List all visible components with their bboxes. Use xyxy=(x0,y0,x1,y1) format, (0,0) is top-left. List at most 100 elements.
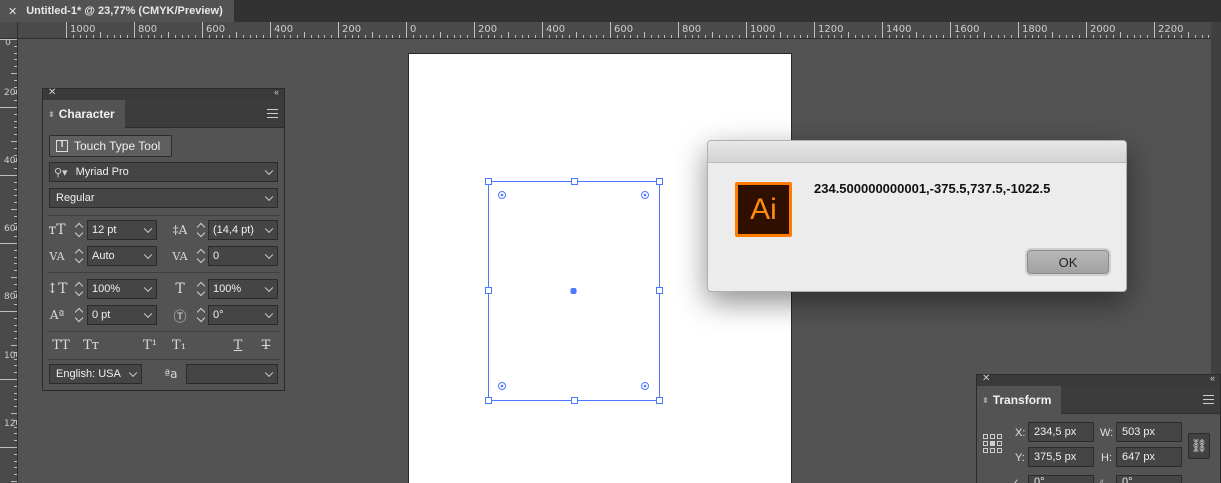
x-field[interactable]: 234,5 px xyxy=(1028,422,1094,442)
all-caps-icon[interactable]: TT xyxy=(50,335,72,355)
height-field[interactable]: 647 px xyxy=(1116,447,1182,467)
panel-menu-icon[interactable] xyxy=(1203,395,1214,404)
horizontal-ruler[interactable]: 1000 800 600 400 200 0 200 400 600 800 1… xyxy=(18,22,1211,39)
shear-value: 0° xyxy=(1122,476,1133,483)
small-caps-icon[interactable]: Tт xyxy=(80,335,102,355)
touch-type-icon xyxy=(56,139,68,152)
transform-panel: ✕ ‹‹ ⬍ Transform X: 234,5 px W: 503 px Y… xyxy=(976,373,1221,483)
chevron-down-icon[interactable] xyxy=(264,166,274,176)
underline-icon[interactable]: T xyxy=(227,335,249,355)
font-style-field[interactable]: Regular xyxy=(49,188,278,208)
chevron-down-icon[interactable] xyxy=(264,192,274,202)
leading-field[interactable]: (14,4 pt) xyxy=(208,220,278,240)
touch-type-tool-button[interactable]: Touch Type Tool xyxy=(49,135,172,157)
tracking-stepper[interactable] xyxy=(195,246,207,266)
font-family-field[interactable]: ⚲▾ Myriad Pro xyxy=(49,162,278,182)
search-icon[interactable]: ⚲▾ xyxy=(54,166,68,179)
chevron-down-icon[interactable] xyxy=(143,250,153,260)
strikethrough-icon[interactable]: T xyxy=(255,335,277,355)
font-size-stepper[interactable] xyxy=(73,220,85,240)
y-field[interactable]: 375,5 px xyxy=(1028,447,1094,467)
angle-field[interactable]: 0° xyxy=(1028,475,1094,483)
ruler-label: 400 xyxy=(546,24,566,35)
ruler-label: 1400 xyxy=(886,24,912,35)
reference-point-icon[interactable] xyxy=(982,433,1004,455)
vertical-scale-icon: ↕T xyxy=(46,281,68,297)
illustrator-app-icon: Ai xyxy=(735,182,792,237)
chevron-down-icon[interactable] xyxy=(264,250,274,260)
w-label: W: xyxy=(1100,427,1114,439)
document-tab[interactable]: ✕ Untitled-1* @ 23,77% (CMYK/Preview) xyxy=(0,0,234,22)
ruler-label: 800 xyxy=(138,24,158,35)
y-value: 375,5 px xyxy=(1034,451,1077,463)
character-rotation-icon: Ⓣ xyxy=(173,309,187,325)
ruler-label: 600 xyxy=(614,24,634,35)
horizontal-scale-field[interactable]: 100% xyxy=(208,279,278,299)
dialog-title-bar[interactable] xyxy=(708,141,1126,163)
ruler-label: 200 xyxy=(342,24,362,35)
vertical-scale-field[interactable]: 100% xyxy=(87,279,157,299)
chevron-down-icon[interactable] xyxy=(264,283,274,293)
vertical-scale-value: 100% xyxy=(92,283,121,295)
rotation-stepper[interactable] xyxy=(195,305,207,325)
close-panel-icon[interactable]: ✕ xyxy=(48,87,56,98)
language-value: English: USA xyxy=(56,368,121,380)
constrain-proportions-link-icon[interactable]: ⛓ xyxy=(1188,433,1210,459)
ruler-label: 2200 xyxy=(1158,24,1184,35)
ruler-label: 1200 xyxy=(818,24,844,35)
panel-tab-row: ⬍ Character xyxy=(43,100,284,128)
chevron-down-icon[interactable] xyxy=(143,224,153,234)
chevron-down-icon[interactable] xyxy=(143,309,153,319)
tab-arrows-icon: ⬍ xyxy=(982,395,989,405)
horizontal-scale-stepper[interactable] xyxy=(195,279,207,299)
alert-dialog: Ai 234.500000000001,-375.5,737.5,-1022.5… xyxy=(707,140,1127,292)
baseline-shift-stepper[interactable] xyxy=(73,305,85,325)
ruler-label: 800 xyxy=(682,24,702,35)
ruler-label: 200 xyxy=(4,88,17,98)
baseline-shift-icon: Aª xyxy=(49,308,65,322)
shear-field[interactable]: 0° xyxy=(1116,475,1182,483)
close-panel-icon[interactable]: ✕ xyxy=(982,373,990,384)
chevron-down-icon[interactable] xyxy=(264,224,274,234)
collapse-panel-icon[interactable]: ‹‹ xyxy=(274,87,279,97)
rotation-field[interactable]: 0° xyxy=(208,305,278,325)
panel-header: ✕ ‹‹ xyxy=(43,87,284,100)
kerning-field[interactable]: Auto xyxy=(87,246,157,266)
chevron-down-icon[interactable] xyxy=(264,309,274,319)
superscript-icon[interactable]: T¹ xyxy=(139,335,161,355)
vertical-ruler-ticks xyxy=(0,39,17,482)
shear-icon: ⫽ xyxy=(1099,479,1103,483)
angle-value: 0° xyxy=(1034,476,1045,483)
tracking-field[interactable]: 0 xyxy=(208,246,278,266)
ruler-origin[interactable] xyxy=(0,22,18,39)
chevron-down-icon[interactable] xyxy=(143,283,153,293)
kerning-stepper[interactable] xyxy=(73,246,85,266)
vertical-ruler[interactable]: 0 200 400 600 800 1000 1200 xyxy=(0,39,18,483)
tab-arrows-icon: ⬍ xyxy=(48,109,55,119)
leading-stepper[interactable] xyxy=(195,220,207,240)
ruler-label: 0 xyxy=(410,24,417,35)
subscript-icon[interactable]: T₁ xyxy=(168,335,190,355)
chevron-down-icon[interactable] xyxy=(128,368,138,378)
baseline-shift-field[interactable]: 0 pt xyxy=(87,305,157,325)
height-value: 647 px xyxy=(1122,451,1156,463)
ruler-label: 1600 xyxy=(954,24,980,35)
ruler-label: 1200 xyxy=(4,419,17,429)
panel-menu-icon[interactable] xyxy=(267,109,278,118)
font-size-field[interactable]: 12 pt xyxy=(87,220,157,240)
width-field[interactable]: 503 px xyxy=(1116,422,1182,442)
ok-button[interactable]: OK xyxy=(1027,250,1109,274)
panel-header: ✕ ‹‹ xyxy=(977,373,1220,386)
close-tab-icon[interactable]: ✕ xyxy=(8,5,17,18)
tab-transform[interactable]: ⬍ Transform xyxy=(977,386,1062,414)
tab-character[interactable]: ⬍ Character xyxy=(43,100,125,128)
chevron-down-icon[interactable] xyxy=(264,368,274,378)
language-select[interactable]: English: USA xyxy=(49,364,142,384)
divider xyxy=(47,331,280,332)
anti-aliasing-select[interactable] xyxy=(186,364,278,384)
tab-transform-label: Transform xyxy=(992,393,1052,407)
vertical-scale-stepper[interactable] xyxy=(73,279,85,299)
divider xyxy=(47,272,280,273)
horizontal-scale-icon: T xyxy=(175,281,185,297)
collapse-panel-icon[interactable]: ‹‹ xyxy=(1210,373,1215,383)
